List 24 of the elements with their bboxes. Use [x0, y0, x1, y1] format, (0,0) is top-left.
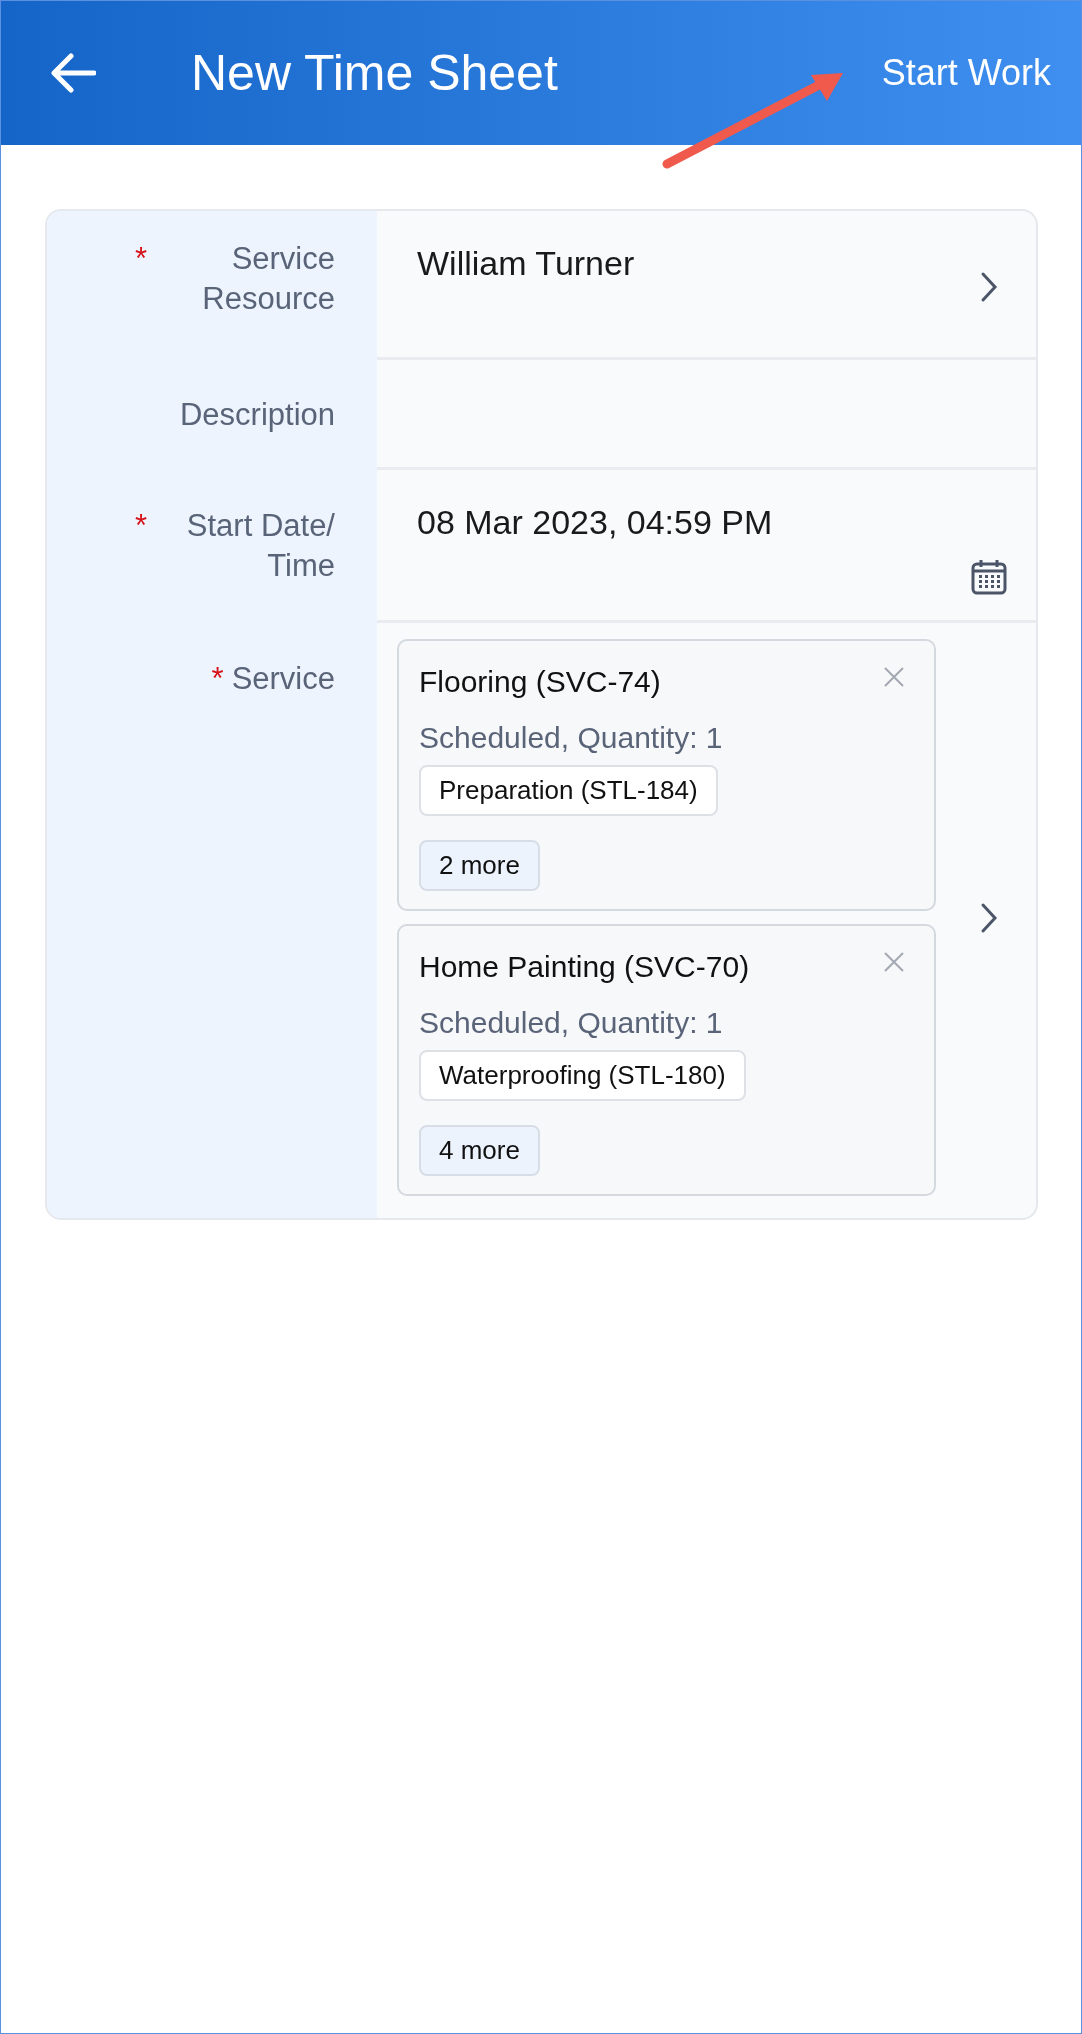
required-marker: * [211, 660, 224, 698]
chevron-right-icon[interactable] [980, 901, 998, 934]
service-name: Flooring (SVC-74) [419, 664, 661, 700]
field-value: William Turner [417, 243, 635, 283]
required-marker: * [134, 240, 147, 278]
service-status: Scheduled, Quantity: 1 [419, 1005, 723, 1041]
page-title: New Time Sheet [191, 44, 559, 102]
field-label: Start Date/ Time [185, 507, 335, 585]
more-tag[interactable]: 4 more [419, 1125, 540, 1176]
start-work-button[interactable]: Start Work [881, 52, 1051, 94]
service-status: Scheduled, Quantity: 1 [419, 720, 723, 756]
service-tag: Preparation (STL-184) [419, 765, 718, 816]
service-card[interactable]: Home Painting (SVC-70) Scheduled, Quantity: 1 Waterproofing (STL-180) 4 more [397, 924, 936, 1196]
field-label: Service Resource [201, 240, 335, 318]
field-label: Description [179, 396, 335, 434]
more-tag[interactable]: 2 more [419, 840, 540, 891]
service-card[interactable]: Flooring (SVC-74) Scheduled, Quantity: 1 Preparation (STL-184) 2 more [397, 639, 936, 911]
field-value: 08 Mar 2023, 04:59 PM [417, 502, 773, 542]
service-name: Home Painting (SVC-70) [419, 949, 750, 985]
calendar-icon[interactable] [970, 558, 1008, 596]
field-label: Service [231, 660, 335, 698]
service-tag: Waterproofing (STL-180) [419, 1050, 746, 1101]
required-marker: * [134, 507, 147, 545]
chevron-right-icon[interactable] [980, 271, 998, 303]
